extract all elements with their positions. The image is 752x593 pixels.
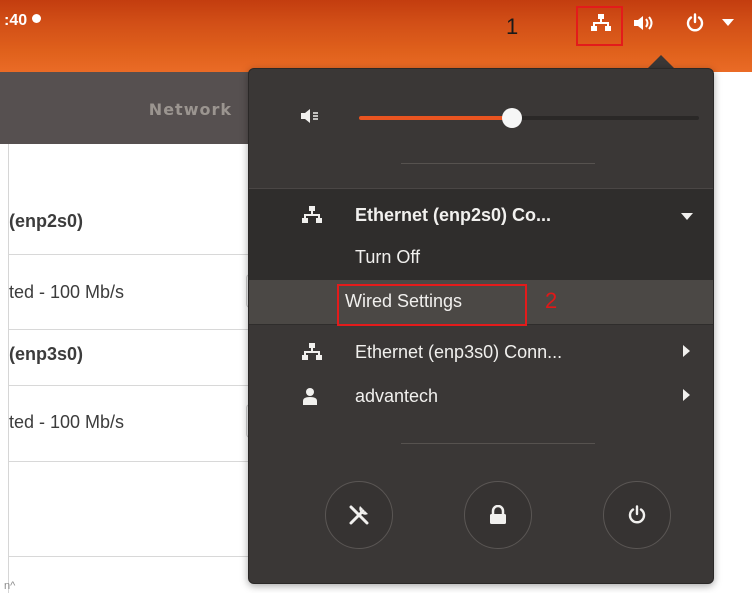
volume-slider[interactable] <box>359 108 699 128</box>
turn-off-item[interactable]: Turn Off <box>249 236 713 280</box>
ethernet-enp3s0-label: Ethernet (enp3s0) Conn... <box>355 342 563 362</box>
separator <box>401 163 595 164</box>
empty-row <box>9 462 261 557</box>
chevron-right-icon <box>683 345 690 357</box>
footer-text: n^ <box>4 580 16 592</box>
wired-connection-row-2[interactable]: ted - 100 Mb/s <box>9 386 261 462</box>
notification-dot <box>32 14 42 23</box>
chevron-right-icon <box>683 389 690 401</box>
connection-speed-1: ted - 100 Mb/s <box>9 282 125 302</box>
window-title: Network <box>148 100 232 119</box>
settings-button[interactable] <box>325 481 393 549</box>
network-icon <box>302 343 322 360</box>
volume-tray-button[interactable] <box>632 10 658 36</box>
volume-icon <box>634 16 653 30</box>
annotation-2: 2 <box>545 288 558 313</box>
lock-icon <box>490 505 506 524</box>
wired-settings-highlight-box <box>337 284 527 326</box>
wired-connection-row-1[interactable]: ted - 100 Mb/s <box>9 254 261 330</box>
ethernet-enp2s0-label: Ethernet (enp2s0) Co... <box>355 205 552 225</box>
popup-arrow <box>647 55 675 69</box>
volume-row <box>249 99 713 135</box>
chevron-down-icon <box>681 213 693 220</box>
volume-muted-icon <box>301 109 318 123</box>
ethernet-enp2s0-item[interactable]: Ethernet (enp2s0) Co... <box>249 194 713 238</box>
power-icon <box>686 13 704 32</box>
caret-down-icon <box>722 19 734 26</box>
power-off-button[interactable] <box>603 481 671 549</box>
settings-icon <box>349 505 369 525</box>
network-highlight-box <box>576 6 623 46</box>
power-tray-button[interactable] <box>682 10 708 36</box>
network-window-body: (enp2s0) ted - 100 Mb/s (enp3s0) ted - 1… <box>8 144 261 593</box>
connection-speed-2: ted - 100 Mb/s <box>9 412 125 432</box>
top-panel: :40 1 <box>0 0 752 52</box>
network-icon <box>302 206 322 223</box>
connection-name-2: (enp3s0) <box>9 344 84 364</box>
clock-text: :40 <box>4 12 28 29</box>
lock-button[interactable] <box>464 481 532 549</box>
clock[interactable]: :40 <box>4 12 42 30</box>
user-label: advantech <box>355 386 439 406</box>
turn-off-label: Turn Off <box>355 247 421 267</box>
volume-slider-fill <box>359 116 512 120</box>
connection-name-1: (enp2s0) <box>9 211 84 231</box>
separator <box>401 443 595 444</box>
system-menu-popup: Ethernet (enp2s0) Co... Turn Off Wired S… <box>248 68 714 584</box>
ethernet-enp3s0-item[interactable]: Ethernet (enp3s0) Conn... <box>249 331 713 375</box>
wired-connection-header-1: (enp2s0) <box>9 144 261 255</box>
network-window-header: Network <box>0 72 260 144</box>
wired-connection-header-2: (enp3s0) <box>9 330 261 386</box>
user-item[interactable]: advantech <box>249 375 713 419</box>
system-menu-caret[interactable] <box>719 10 737 36</box>
annotation-1: 1 <box>506 14 519 39</box>
user-icon <box>303 388 317 405</box>
volume-slider-handle[interactable] <box>502 108 522 128</box>
power-icon <box>628 505 646 524</box>
